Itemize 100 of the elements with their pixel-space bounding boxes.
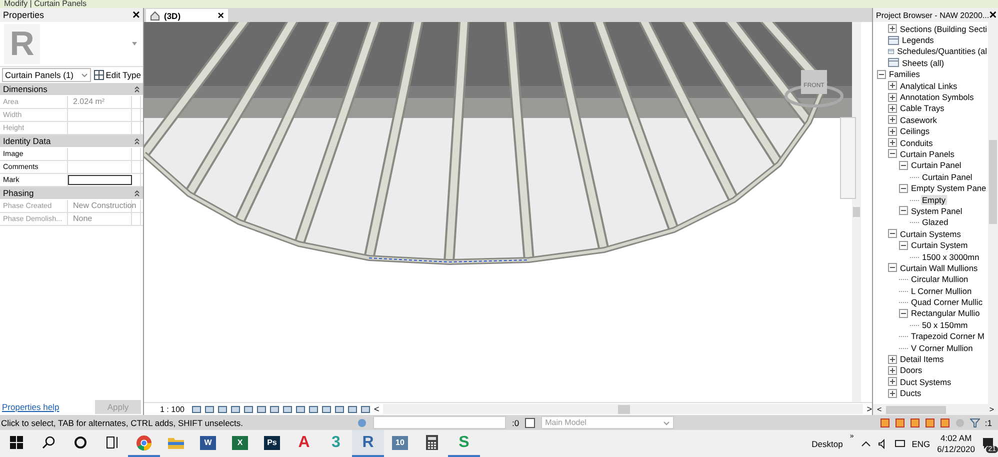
edit-type-button[interactable]: Edit Type [94, 70, 141, 80]
windows-icon [10, 436, 22, 449]
tree-item[interactable]: Conduits [899, 138, 934, 148]
tree-item[interactable]: Curtain Panel [910, 160, 962, 170]
chevron-down-icon [80, 72, 88, 78]
collapse-icon[interactable] [899, 240, 908, 250]
collapse-icon[interactable] [888, 263, 897, 272]
scroll-thumb[interactable] [618, 404, 630, 414]
taskbar-button[interactable]: 10 [384, 430, 416, 457]
group-header[interactable]: Phasing [3, 188, 34, 198]
tree-item[interactable]: Empty [921, 194, 947, 205]
tree-item[interactable]: Rectangular Mullio [910, 308, 981, 318]
tree-item[interactable]: Cable Trays [899, 103, 946, 114]
taskbar-button[interactable]: W [192, 430, 224, 457]
tree-item[interactable]: Annotation Symbols [899, 92, 975, 102]
chrome-icon [136, 434, 152, 450]
expand-icon[interactable] [888, 138, 897, 148]
collapse-icon[interactable] [899, 308, 908, 318]
close-button[interactable]: × [132, 9, 140, 21]
close-button[interactable]: × [989, 9, 997, 21]
tree-item[interactable]: L Corner Mullion [910, 286, 973, 296]
expand-icon[interactable] [888, 92, 897, 102]
tree-item[interactable]: Legends [901, 35, 935, 46]
expand-icon[interactable] [888, 24, 897, 34]
tree-item[interactable]: Doors [899, 365, 924, 376]
circle-icon [74, 436, 86, 449]
expand-icon[interactable] [888, 377, 897, 386]
taskbar-button[interactable]: Ps [256, 430, 288, 457]
expand-icon[interactable] [888, 126, 897, 136]
edit-type-icon [94, 70, 104, 80]
collapse-icon [134, 189, 140, 197]
type-image: R [4, 24, 40, 64]
clock[interactable]: 4:02 AM 6/12/2020 [937, 432, 975, 454]
collapse-icon[interactable] [877, 70, 886, 79]
tree-item[interactable]: Quad Corner Mullic [910, 297, 984, 308]
scroll-left-button[interactable]: < [877, 405, 882, 414]
app-icon: A [298, 434, 310, 452]
tree-item[interactable]: Sheets (all) [901, 58, 945, 68]
expand-icon[interactable] [888, 104, 897, 113]
expand-icon[interactable] [888, 115, 897, 124]
app-icon: W [200, 436, 216, 450]
desktop-toolbar[interactable]: Desktop [812, 438, 843, 448]
tree-item[interactable]: System Panel [910, 206, 964, 216]
collapse-icon[interactable] [888, 229, 897, 238]
language-indicator[interactable]: ENG [912, 438, 930, 448]
app-icon: X [232, 436, 248, 450]
collapse-icon[interactable] [888, 149, 897, 158]
tree-item[interactable]: Analytical Links [899, 80, 958, 91]
view-tab[interactable]: (3D) × [146, 9, 228, 22]
app-icon: 3 [332, 434, 340, 452]
collapse-icon[interactable] [899, 206, 908, 216]
editing-count: :0 [512, 418, 520, 428]
tree-item[interactable]: Schedules/Quantities (al [896, 46, 988, 56]
tree-item[interactable]: 50 x 150mm [921, 320, 969, 330]
scroll-thumb[interactable] [989, 140, 997, 224]
horizontal-scrollbar[interactable] [383, 404, 863, 414]
expand-icon[interactable] [888, 366, 897, 375]
tree-item[interactable]: Circular Mullion [910, 274, 970, 284]
task-view-icon [106, 436, 118, 449]
scroll-thumb[interactable] [853, 207, 860, 217]
taskbar-button[interactable]: A [288, 430, 320, 457]
app-icon: S [458, 434, 470, 452]
view-scale[interactable]: 1 : 100 [160, 404, 188, 414]
tree-item[interactable]: V Corner Mullion [910, 342, 974, 353]
tree-item[interactable]: Detail Items [899, 354, 945, 364]
tree-item[interactable]: Curtain System [910, 240, 969, 250]
tree-item[interactable]: Trapezoid Corner M [910, 331, 986, 342]
properties-help-link[interactable]: Properties help [2, 402, 60, 412]
tree-item[interactable]: Ceilings [899, 126, 931, 136]
tree-item[interactable]: Ducts [899, 388, 922, 398]
tree-item[interactable]: Families [888, 69, 921, 80]
tree-item[interactable]: Empty System Pane [910, 183, 988, 194]
tree-item[interactable]: Sections (Building Secti [898, 24, 988, 34]
dropdown-arrow-icon[interactable] [132, 42, 137, 46]
taskbar-button[interactable]: R [352, 430, 384, 457]
design-options-icon [525, 418, 536, 428]
taskbar-button[interactable]: X [224, 430, 256, 457]
collapse-icon[interactable] [899, 160, 908, 170]
tree-item[interactable]: Curtain Wall Mullions [899, 262, 979, 273]
collapse-icon[interactable] [899, 184, 908, 193]
expand-icon[interactable] [888, 388, 897, 398]
tree-item[interactable]: Glazed [921, 217, 950, 228]
tree-item[interactable]: Duct Systems [899, 376, 952, 387]
scroll-left-button[interactable]: < [374, 404, 380, 414]
scroll-right-button[interactable]: > [989, 405, 994, 414]
tree-item[interactable]: Casework [899, 114, 938, 125]
app-icon: R [362, 434, 374, 452]
value-field[interactable] [68, 175, 132, 185]
scroll-right-button[interactable]: > [866, 404, 872, 414]
tree-item[interactable]: Curtain Panels [899, 148, 956, 159]
filter-count: :1 [984, 418, 992, 428]
search-icon [42, 436, 54, 449]
scroll-thumb[interactable] [886, 406, 946, 414]
tree-item[interactable]: Curtain Panel [921, 172, 974, 182]
tree-item[interactable]: Curtain Systems [899, 228, 962, 239]
expand-icon[interactable] [888, 354, 897, 364]
type-selector[interactable]: Curtain Panels (1) [2, 68, 91, 82]
ribbon-context-label: Modify | Curtain Panels [0, 0, 998, 8]
expand-icon[interactable] [888, 81, 897, 90]
tree-item[interactable]: 1500 x 3000mn [921, 252, 980, 262]
